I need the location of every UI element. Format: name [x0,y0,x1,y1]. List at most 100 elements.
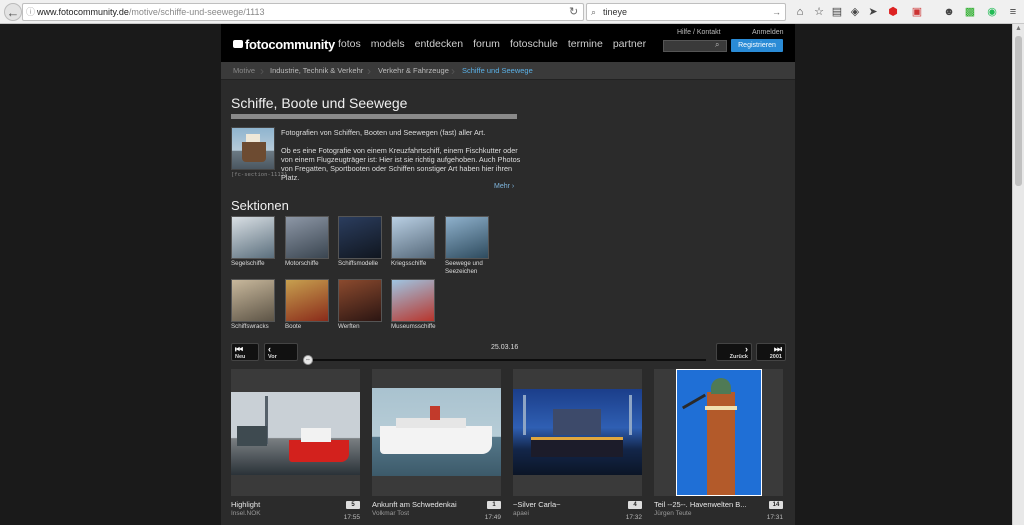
section-thumb[interactable] [391,216,435,259]
breadcrumb-current: Schiffe und Seewege [462,66,533,75]
main-nav: fotos models entdecken forum fotoschule … [338,38,646,50]
nav-models[interactable]: models [371,38,405,50]
address-bar[interactable]: ⓘ www.fotocommunity.de/motive/schiffe-und… [22,3,584,21]
bookmark-star-icon[interactable]: ☆ [812,5,826,19]
comment-count-badge: 4 [628,501,642,509]
more-link[interactable]: Mehr › [494,183,514,190]
adblock-icon[interactable]: ⬢ [886,5,900,19]
section-label[interactable]: Schiffswracks [231,323,275,331]
comment-count-badge: 1 [487,501,501,509]
newest-button[interactable]: ⏮ Neu [231,343,259,361]
scrollbar-thumb[interactable] [1015,36,1022,186]
help-contact-link[interactable]: Hilfe / Kontakt [677,29,721,36]
section-label[interactable]: Seewege und Seezeichen [445,260,489,275]
photo-card[interactable]: Teil --25--. Havenwelten B... Jürgen Teu… [654,369,783,525]
whatsapp-icon[interactable]: ◉ [985,5,999,19]
photo-author[interactable]: apaei [513,510,529,517]
photo-card[interactable]: Ankunft am Schwedenkai Volkmar Tost 1 17… [372,369,501,525]
info-icon[interactable]: ⓘ [26,4,35,20]
section-thumb[interactable] [391,279,435,322]
extension-face-icon[interactable]: ☻ [942,5,956,19]
photo-title[interactable]: Ankunft am Schwedenkai [372,500,482,509]
home-icon[interactable]: ⌂ [793,5,807,19]
previous-button[interactable]: ‹ Vor [264,343,298,361]
section-thumb[interactable] [231,216,275,259]
library-icon[interactable]: ▤ [830,5,844,19]
breadcrumb: Motive › Industrie, Technik & Verkehr › … [221,62,795,80]
section-label[interactable]: Werften [338,323,382,331]
photo-image[interactable] [513,389,642,475]
breadcrumb-industrie[interactable]: Industrie, Technik & Verkehr [270,62,363,80]
section-tile[interactable]: Boote [285,279,329,331]
section-label[interactable]: Kriegsschiffe [391,260,435,268]
chevron-right-icon: › [745,344,748,354]
photo-image[interactable] [676,369,762,496]
section-thumb[interactable] [285,279,329,322]
url-path: /motive/schiffe-und-seewege/1113 [128,7,265,17]
section-thumb[interactable] [338,279,382,322]
photo-card[interactable]: ~Silver Carla~ apaei 4 17:32 [513,369,642,525]
back-button[interactable]: ← [4,3,22,21]
section-thumb[interactable] [445,216,489,259]
reload-icon[interactable]: ↻ [569,3,578,21]
breadcrumb-separator-icon: › [451,64,455,78]
section-label[interactable]: Segelschiffe [231,260,275,268]
photo-frame[interactable] [231,369,360,496]
pocket-icon[interactable]: ◈ [848,5,862,19]
timeline-slider-track[interactable] [306,359,706,361]
section-label[interactable]: Schiffsmodelle [338,260,378,268]
section-thumb[interactable] [338,216,382,259]
crane-arm-shape [681,393,707,410]
section-tile[interactable]: Museumsschiffe [391,279,436,331]
extension-s-icon[interactable]: ▩ [963,5,977,19]
photo-card[interactable]: Highlight Insel.NOK 5 17:55 [231,369,360,525]
nav-fotoschule[interactable]: fotoschule [510,38,558,50]
section-thumb[interactable] [285,216,329,259]
photo-image[interactable] [231,392,360,475]
section-tile[interactable]: Schiffsmodelle [338,216,382,268]
breadcrumb-verkehr[interactable]: Verkehr & Fahrzeuge [378,62,449,80]
extension-icon[interactable]: ▣ [910,5,924,19]
photo-image[interactable] [372,388,501,476]
browser-search-input[interactable]: ⌕ tineye → [586,3,786,21]
section-label[interactable]: Motorschiffe [285,260,329,268]
menu-icon[interactable]: ≡ [1006,5,1020,19]
search-go-icon[interactable]: → [772,4,781,20]
section-thumb[interactable] [231,279,275,322]
search-icon[interactable]: ⌕ [715,40,719,50]
photo-author[interactable]: Volkmar Tost [372,510,409,517]
photo-frame[interactable] [372,369,501,496]
photo-title[interactable]: ~Silver Carla~ [513,500,623,509]
section-tile[interactable]: Schiffswracks [231,279,275,331]
photo-author[interactable]: Jürgen Teute [654,510,691,517]
section-tile[interactable]: Seewege und Seezeichen [445,216,489,275]
photo-frame[interactable] [654,369,783,496]
breadcrumb-motive[interactable]: Motive [233,62,255,80]
nav-fotos[interactable]: fotos [338,38,361,50]
section-tile[interactable]: Werften [338,279,382,331]
nav-entdecken[interactable]: entdecken [415,38,463,50]
site-logo[interactable]: fotocommunity [233,37,335,52]
section-label[interactable]: Museumsschiffe [391,323,436,331]
nav-forum[interactable]: forum [473,38,500,50]
photo-title[interactable]: Teil --25--. Havenwelten B... [654,500,764,509]
login-link[interactable]: Anmelden [752,29,784,36]
next-button[interactable]: › Zurück [716,343,752,361]
section-label[interactable]: Boote [285,323,329,331]
camera-icon [233,40,243,48]
section-tile[interactable]: Motorschiffe [285,216,329,268]
photo-author[interactable]: Insel.NOK [231,510,261,517]
send-icon[interactable]: ➤ [866,5,880,19]
scroll-up-icon[interactable]: ▲ [1015,25,1022,32]
scrollbar[interactable]: ▲ [1012,24,1024,525]
photo-title[interactable]: Highlight [231,500,341,509]
photo-frame[interactable] [513,369,642,496]
register-button[interactable]: Registrieren [731,39,783,52]
nav-partner[interactable]: partner [613,38,646,50]
site-content: fotocommunity fotos models entdecken for… [221,24,795,525]
oldest-button[interactable]: ⏭ 2001 [756,343,786,361]
timeline-slider-handle[interactable]: ⇔ [303,355,313,365]
section-tile[interactable]: Kriegsschiffe [391,216,435,268]
section-tile[interactable]: Segelschiffe [231,216,275,268]
nav-termine[interactable]: termine [568,38,603,50]
